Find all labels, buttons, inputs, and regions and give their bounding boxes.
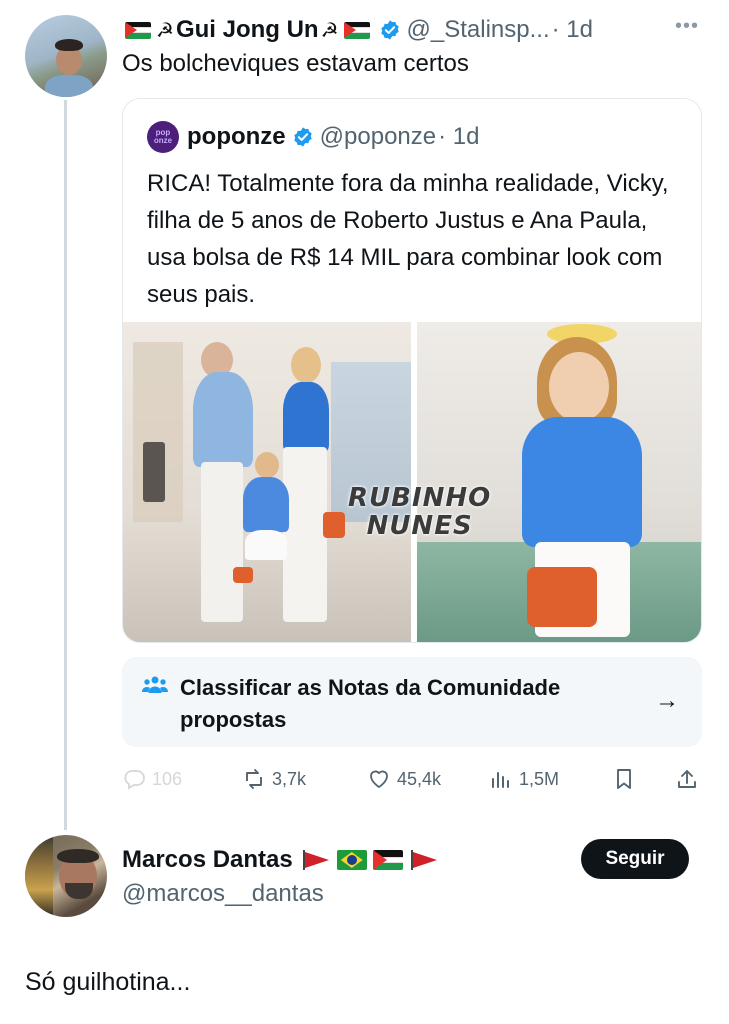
views-count: 1,5M — [519, 768, 560, 789]
brazil-flag-icon — [336, 850, 367, 870]
quoted-author-avatar[interactable]: pop onze — [147, 121, 179, 153]
author-handle[interactable]: @_Stalinsp... — [407, 16, 550, 44]
photo-person-shorts — [245, 530, 287, 560]
retweet-button[interactable]: 3,7k — [242, 762, 306, 796]
quoted-tweet-time: · 1d — [438, 123, 480, 150]
reply-author-name[interactable]: Marcos Dantas — [122, 846, 293, 874]
quoted-tweet-card[interactable]: pop onze poponze @poponze · 1d RICA! Tot… — [122, 98, 702, 643]
quoted-photo-girl[interactable] — [417, 322, 701, 642]
verified-badge-icon — [380, 20, 399, 40]
quoted-tweet-text: RICA! Totalmente fora da minha realidade… — [147, 170, 669, 308]
views-button[interactable]: 1,5M — [489, 762, 559, 796]
avatar-shirt — [45, 75, 93, 97]
reply-button[interactable]: 106 — [122, 762, 182, 796]
people-icon — [142, 676, 168, 693]
reply-count: 106 — [152, 768, 183, 789]
author-name[interactable]: Gui Jong Un — [176, 16, 319, 44]
reply-author-handle[interactable]: @marcos__dantas — [122, 880, 324, 908]
bookmark-button[interactable] — [612, 762, 636, 796]
quoted-photo-family[interactable] — [123, 322, 411, 642]
reply-text: Só guilhotina... — [25, 968, 191, 996]
avatar-beard — [65, 883, 93, 899]
photo-face — [549, 352, 609, 422]
heart-icon — [370, 770, 388, 788]
photo-person-top — [283, 382, 329, 452]
tweet-text: Os bolcheviques estavam certos — [122, 50, 469, 77]
quoted-author-handle[interactable]: @poponze — [320, 123, 436, 151]
palestine-flag-icon — [125, 21, 151, 39]
watermark-line-1: RUBINHO — [348, 483, 492, 513]
photo-watermark: RUBINHO NUNES — [348, 484, 491, 540]
photo-bag — [323, 512, 345, 538]
quoted-avatar-text: pop onze — [153, 128, 173, 145]
red-flag-icon — [301, 850, 331, 870]
photo-person-skirt — [283, 447, 327, 622]
palestine-flag-icon — [372, 850, 403, 870]
avatar-hair — [55, 39, 83, 51]
more-horizontal-icon[interactable]: ••• — [675, 15, 699, 38]
tweet-header: ☭ Gui Jong Un ☭ @_Stalinsp... · 1d — [122, 14, 593, 46]
arrow-right-icon: → — [655, 687, 679, 714]
palestine-flag-icon — [343, 21, 370, 39]
like-button[interactable]: 45,4k — [367, 762, 441, 796]
hammer-sickle-icon: ☭ — [320, 19, 339, 42]
community-notes-bar[interactable]: Classificar as Notas da Comunidade propo… — [122, 657, 702, 747]
photo-lamp — [143, 442, 165, 502]
community-notes-label: Classificar as Notas da Comunidade propo… — [180, 675, 561, 732]
photo-bag — [527, 567, 597, 627]
hammer-sickle-icon: ☭ — [156, 19, 174, 42]
reply-header: Marcos Dantas — [122, 843, 442, 877]
watermark-line-2: NUNES — [366, 511, 473, 541]
tweet-actions-bar: 106 3,7k 45,4k 1,5M — [122, 762, 702, 796]
photo-bag — [233, 567, 253, 583]
share-button[interactable] — [675, 762, 699, 796]
photo-person-pants — [201, 462, 243, 622]
thread-connector-line — [64, 100, 67, 830]
reply-author-avatar[interactable] — [25, 835, 107, 917]
verified-badge-icon — [293, 127, 312, 147]
photo-person-shirt — [243, 477, 289, 532]
like-count: 45,4k — [397, 768, 442, 789]
photo-person-head — [291, 347, 321, 383]
quoted-author-name[interactable]: poponze — [187, 123, 286, 151]
retweet-icon — [246, 769, 262, 789]
reply-icon — [124, 770, 145, 790]
avatar-hair — [57, 849, 99, 863]
author-avatar[interactable] — [25, 15, 107, 97]
photo-person-head — [255, 452, 279, 478]
photo-shirt — [522, 417, 642, 547]
avatar-bookshelf — [25, 835, 53, 917]
views-chart-icon — [492, 772, 509, 788]
share-icon — [678, 770, 696, 788]
bookmark-icon — [617, 769, 631, 789]
red-flag-icon — [409, 850, 439, 870]
photo-person-shirt — [193, 372, 253, 467]
retweet-count: 3,7k — [272, 768, 307, 789]
quoted-tweet-header: poponze @poponze · 1d — [187, 121, 479, 153]
follow-button[interactable]: Seguir — [581, 839, 689, 879]
tweet-time[interactable]: · 1d — [552, 16, 593, 44]
